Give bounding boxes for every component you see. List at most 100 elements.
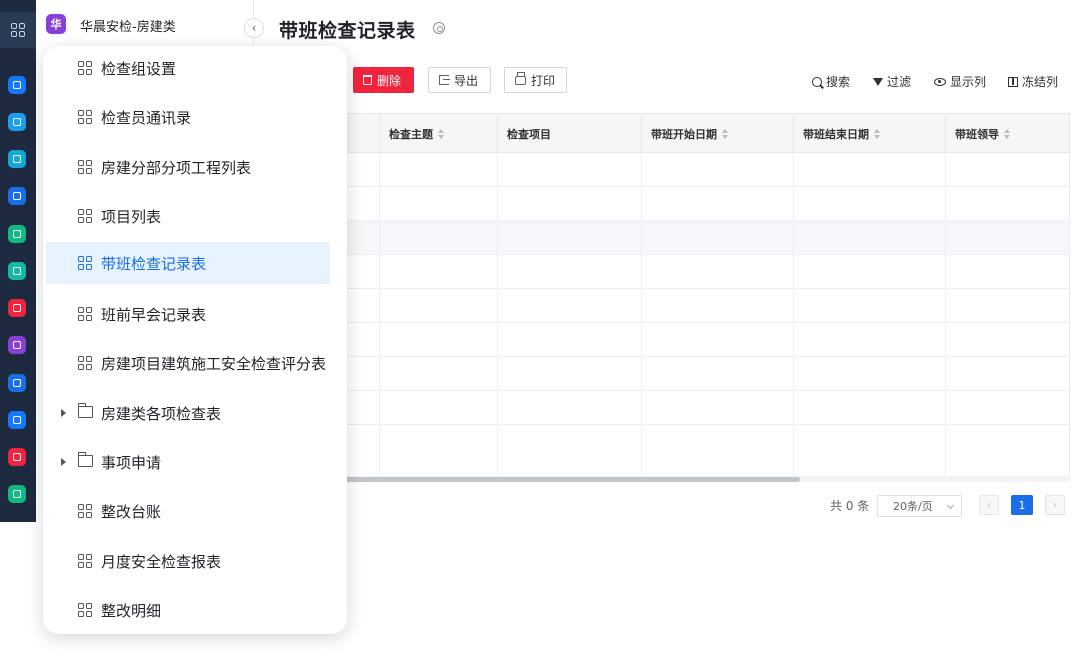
menu-item[interactable]: 整改台账 bbox=[46, 490, 330, 532]
page-grid-icon bbox=[78, 110, 92, 124]
table-header: 序号检查主题检查项目带班开始日期带班结束日期带班领导 bbox=[254, 113, 1070, 153]
menu-item-label: 项目列表 bbox=[101, 208, 162, 226]
app-launcher-icon[interactable] bbox=[0, 12, 36, 48]
table-row[interactable] bbox=[254, 357, 1070, 391]
expand-arrow-icon[interactable] bbox=[61, 458, 66, 466]
rail-box-icon[interactable] bbox=[8, 299, 26, 317]
table-row[interactable] bbox=[254, 289, 1070, 323]
rail-document-icon[interactable] bbox=[8, 150, 26, 168]
column-header-label: 带班结束日期 bbox=[803, 127, 869, 141]
data-table: 序号检查主题检查项目带班开始日期带班结束日期带班领导 bbox=[254, 113, 1070, 475]
menu-item[interactable]: 房建项目建筑施工安全检查评分表 bbox=[46, 342, 330, 384]
export-button[interactable]: 导出 bbox=[428, 67, 491, 93]
freeze-tool-label: 冻结列 bbox=[1022, 75, 1059, 89]
table-row[interactable] bbox=[254, 391, 1070, 425]
home-icon bbox=[13, 416, 21, 424]
freeze-tool[interactable]: 冻结列 bbox=[1008, 73, 1058, 90]
sort-icon[interactable] bbox=[1004, 128, 1010, 139]
menu-item-label: 整改台账 bbox=[101, 503, 162, 521]
menu-item[interactable]: 月度安全检查报表 bbox=[46, 540, 330, 582]
table-row[interactable] bbox=[254, 323, 1070, 357]
current-page-button[interactable]: 1 bbox=[1011, 495, 1033, 515]
expand-arrow-icon[interactable] bbox=[61, 409, 66, 417]
column-header[interactable]: 带班领导 bbox=[946, 114, 1070, 153]
rail-shield-icon[interactable] bbox=[8, 187, 26, 205]
sort-icon[interactable] bbox=[874, 128, 880, 139]
table-cell bbox=[946, 153, 1070, 187]
filter-icon bbox=[873, 77, 883, 86]
menu-item[interactable]: 房建类各项检查表 bbox=[46, 392, 330, 434]
column-header[interactable]: 带班开始日期 bbox=[642, 114, 794, 153]
menu-item[interactable]: 房建分部分项工程列表 bbox=[46, 146, 330, 188]
columns-tool[interactable]: 显示列 bbox=[934, 73, 986, 90]
search-tool[interactable]: 搜索 bbox=[812, 73, 850, 90]
table-row[interactable] bbox=[254, 255, 1070, 289]
horizontal-scrollbar[interactable] bbox=[254, 476, 1070, 482]
menu-item[interactable]: 整改明细 bbox=[46, 589, 330, 631]
print-button[interactable]: 打印 bbox=[504, 67, 567, 93]
menu-item-label: 月度安全检查报表 bbox=[101, 553, 222, 571]
menu-item[interactable]: 带班检查记录表 bbox=[46, 242, 330, 284]
module-title[interactable]: 华晨安检-房建类 bbox=[80, 16, 176, 35]
menu-item[interactable]: 检查组设置 bbox=[46, 47, 330, 89]
folder-icon bbox=[77, 452, 93, 467]
sort-icon[interactable] bbox=[722, 128, 728, 139]
table-cell bbox=[794, 221, 946, 255]
brand-icon bbox=[13, 341, 21, 349]
rail-database-icon[interactable] bbox=[8, 76, 26, 94]
rail-home-icon[interactable] bbox=[8, 411, 26, 429]
page-grid-icon bbox=[78, 554, 92, 568]
rail-send-icon[interactable] bbox=[8, 448, 26, 466]
table-row[interactable] bbox=[254, 221, 1070, 255]
settings-gear-icon[interactable] bbox=[433, 22, 445, 34]
menu-item[interactable]: 班前早会记录表 bbox=[46, 293, 330, 335]
pagination-total: 共 0 条 bbox=[830, 499, 870, 513]
rail-wrench-icon[interactable] bbox=[8, 374, 26, 392]
table-cell bbox=[642, 357, 794, 391]
navigation-menu-popup: 检查组设置 检查员通讯录 房建分部分项工程列表 项目列表 带班检查记录表 班前早会记录表房… bbox=[43, 46, 347, 634]
rail-video-icon[interactable] bbox=[8, 485, 26, 503]
rail-diamond-icon[interactable] bbox=[8, 113, 26, 131]
menu-item[interactable]: 项目列表 bbox=[46, 195, 330, 237]
menu-item[interactable]: 检查员通讯录 bbox=[46, 96, 330, 138]
delete-button[interactable]: 删除 bbox=[353, 67, 414, 93]
page-grid-icon bbox=[78, 356, 92, 370]
table-cell bbox=[642, 289, 794, 323]
collapse-sidebar-button[interactable]: ‹ bbox=[244, 18, 264, 38]
table-cell bbox=[946, 187, 1070, 221]
rail-table-icon[interactable] bbox=[8, 225, 26, 243]
column-header[interactable]: 带班结束日期 bbox=[794, 114, 946, 153]
table-cell bbox=[794, 187, 946, 221]
table-cell bbox=[380, 323, 498, 357]
table-cell bbox=[498, 153, 642, 187]
table-cell bbox=[498, 323, 642, 357]
column-header-label: 带班领导 bbox=[955, 127, 999, 141]
menu-item-label: 房建项目建筑施工安全检查评分表 bbox=[101, 355, 327, 373]
page-size-select[interactable]: 20条/页 bbox=[877, 495, 962, 517]
table-cell bbox=[642, 255, 794, 289]
eye-icon bbox=[934, 77, 946, 86]
table-row[interactable] bbox=[254, 153, 1070, 187]
table-cell bbox=[380, 425, 498, 475]
column-header[interactable]: 检查主题 bbox=[380, 114, 498, 153]
rail-brand-icon[interactable] bbox=[8, 336, 26, 354]
sort-icon[interactable] bbox=[438, 128, 444, 139]
table-cell bbox=[498, 391, 642, 425]
table-cell bbox=[946, 425, 1070, 475]
table-cell bbox=[380, 391, 498, 425]
rail-truck-icon[interactable] bbox=[8, 262, 26, 280]
box-icon bbox=[13, 304, 21, 312]
menu-item[interactable]: 事项申请 bbox=[46, 441, 330, 483]
prev-page-button[interactable]: ‹ bbox=[979, 495, 999, 515]
table-body bbox=[254, 153, 1070, 475]
page-grid-icon bbox=[78, 307, 92, 321]
menu-item-label: 房建分部分项工程列表 bbox=[101, 159, 252, 177]
next-page-button[interactable]: › bbox=[1045, 495, 1065, 515]
table-cell bbox=[498, 255, 642, 289]
table-row[interactable] bbox=[254, 425, 1070, 475]
filter-tool[interactable]: 过滤 bbox=[873, 73, 911, 90]
table-row[interactable] bbox=[254, 187, 1070, 221]
page-grid-icon bbox=[78, 603, 92, 617]
column-header[interactable]: 检查项目 bbox=[498, 114, 642, 153]
table-cell bbox=[642, 425, 794, 475]
